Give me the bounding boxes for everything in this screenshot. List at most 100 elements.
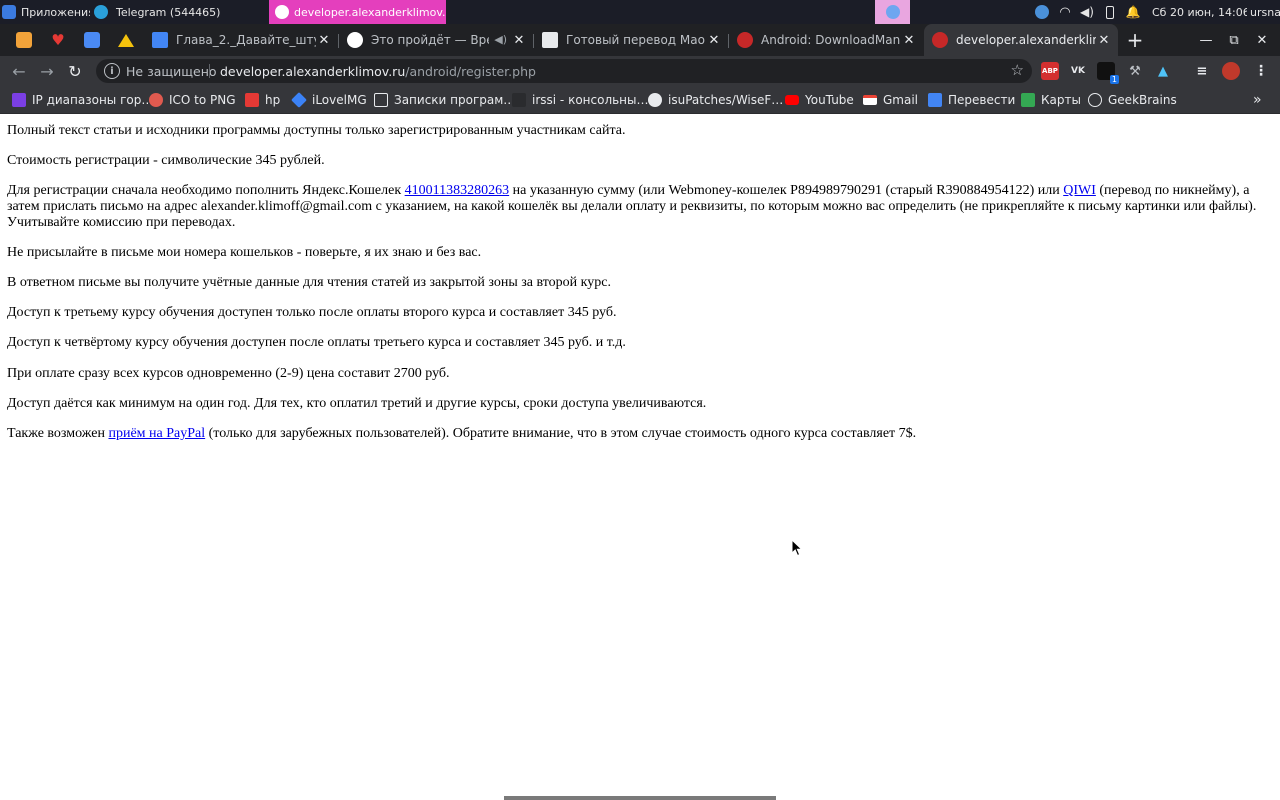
tab-glava-2[interactable]: Глава_2._Давайте_штурмо ✕ [144, 24, 338, 56]
clock[interactable]: Сб 20 июн, 14:06 [1152, 0, 1247, 24]
audio-playing-icon[interactable]: ◀) [494, 33, 507, 46]
paragraph-third-course: Доступ к третьему курсу обучения доступе… [7, 305, 617, 320]
user-name[interactable]: ursna [1250, 0, 1280, 24]
notifications-bell-icon[interactable]: 🔔 [1124, 0, 1142, 24]
heart-icon [291, 92, 307, 108]
cube-extension-icon[interactable]: 1 [1097, 62, 1119, 84]
battery-icon[interactable] [1101, 0, 1119, 24]
address-divider [209, 64, 210, 78]
bookmark-label: ICO to PNG [169, 93, 236, 107]
bookmark-ip-ranges[interactable]: IP диапазоны гор… [12, 86, 153, 114]
tools-extension-icon[interactable]: ⚒ [1126, 62, 1144, 80]
qiwi-link[interactable]: QIWI [1063, 183, 1096, 198]
page-content: Полный текст статьи и исходники программ… [0, 116, 1280, 800]
bookmark-label: GeekBrains [1108, 93, 1177, 107]
bookmark-ilovelmg[interactable]: iLovelMG [291, 86, 367, 114]
bookmark-gmail[interactable]: Gmail [863, 86, 918, 114]
bookmark-star-icon[interactable]: ☆ [1011, 61, 1024, 79]
yandex-wallet-link[interactable]: 410011383280263 [405, 183, 509, 198]
drop-extension-icon[interactable]: ▲ [1154, 62, 1172, 80]
paragraph-access-period: Доступ даётся как минимум на один год. Д… [7, 396, 707, 411]
maps-icon [1021, 93, 1035, 107]
pinned-tab-4[interactable] [112, 24, 140, 56]
ip-icon [12, 93, 26, 107]
bookmark-geekbrains[interactable]: GeekBrains [1088, 86, 1177, 114]
paragraph-fourth-course: Доступ к четвёртому курсу обучения досту… [7, 335, 626, 350]
close-tab-icon[interactable]: ✕ [706, 32, 722, 48]
url-path: /android/register.php [405, 63, 536, 79]
paragraph-registration: Для регистрации сначала необходимо попол… [7, 183, 1271, 231]
url-text[interactable]: developer.alexanderklimov.ru/android/reg… [220, 59, 536, 83]
info-icon[interactable]: i [104, 63, 120, 79]
translate-icon [928, 93, 942, 107]
paypal-text: (только для зарубежных пользователей). О… [205, 426, 917, 441]
active-window-label: developer.alexanderklimov.r… [294, 5, 446, 19]
play-icon [347, 32, 363, 48]
arrow-right-icon: → [40, 61, 54, 81]
close-tab-icon[interactable]: ✕ [1096, 32, 1112, 48]
update-tray-icon[interactable] [1033, 0, 1051, 24]
tab-strip: ♥ Глава_2._Давайте_штурмо ✕ Это пройдёт … [0, 24, 1280, 56]
telegram-window-label: Telegram (544465) [116, 5, 221, 19]
close-tab-icon[interactable]: ✕ [511, 32, 527, 48]
apps-menu-button[interactable]: ПриложенияЗ [2, 0, 90, 24]
paragraph-credentials: В ответном письме вы получите учётные да… [7, 275, 611, 290]
bookmark-maps[interactable]: Карты [1021, 86, 1081, 114]
reading-list-icon[interactable]: ≡ [1193, 62, 1211, 80]
reload-button[interactable]: ↻ [62, 58, 88, 84]
paypal-text: Также возможен [7, 426, 109, 441]
bookmark-isupatches[interactable]: isuPatches/WiseF… [648, 86, 783, 114]
pinned-tab-2[interactable]: ♥ [44, 24, 72, 56]
pinned-tab-1[interactable] [10, 24, 38, 56]
bookmark-translate[interactable]: Перевести [928, 86, 1015, 114]
new-tab-button[interactable]: + [1120, 24, 1150, 56]
bookmark-youtube[interactable]: YouTube [785, 86, 854, 114]
taskbar-chrome-active[interactable]: developer.alexanderklimov.r… [269, 0, 446, 24]
taskbar-chrome-thumb[interactable] [875, 0, 910, 24]
bookmark-label: isuPatches/WiseF… [668, 93, 784, 107]
bookmark-zapiski[interactable]: Записки програм… [374, 86, 515, 114]
close-tab-icon[interactable]: ✕ [901, 32, 917, 48]
tab-android-downloadmanager[interactable]: Android: DownloadManage ✕ [729, 24, 923, 56]
close-tab-icon[interactable]: ✕ [316, 32, 332, 48]
vk-extension-icon[interactable]: VK [1069, 62, 1087, 80]
geekbrains-icon [1088, 93, 1102, 107]
bookmark-hp[interactable]: hp [245, 86, 280, 114]
minimize-button[interactable]: — [1191, 24, 1221, 56]
profile-avatar[interactable] [1222, 62, 1240, 80]
mouse-cursor-icon [791, 539, 803, 557]
bottom-scroll-indicator[interactable] [504, 796, 776, 800]
menu-dots-icon[interactable]: ⋮ [1252, 62, 1270, 80]
drive-icon [118, 33, 134, 47]
bookmarks-overflow-button[interactable]: » [1253, 86, 1262, 114]
bookmark-irssi[interactable]: irssi - консольны… [512, 86, 649, 114]
restore-button[interactable]: ⧉ [1219, 24, 1249, 56]
youtube-icon [785, 95, 799, 105]
tab-developer-alexanderklimov[interactable]: developer.alexanderklimov. ✕ [924, 24, 1118, 56]
url-host: developer.alexanderklimov.ru [220, 63, 406, 79]
wifi-icon[interactable]: ◠ [1056, 0, 1074, 24]
reload-icon: ↻ [68, 61, 82, 81]
tab-eto-proydet[interactable]: Это пройдёт — Время ◀) ✕ [339, 24, 533, 56]
security-label[interactable]: Не защищено [126, 59, 217, 83]
tab-title: Это пройдёт — Время [371, 33, 489, 47]
telegram-icon [94, 5, 108, 19]
adblock-extension-icon[interactable]: ABP [1041, 62, 1059, 80]
tab-title: Готовый перевод Maou no [566, 33, 706, 47]
taskbar-telegram[interactable]: Telegram (544465) [94, 0, 266, 24]
volume-icon[interactable]: ◀) [1078, 0, 1096, 24]
h-icon [245, 93, 259, 107]
bookmark-ico-to-png[interactable]: ICO to PNG [149, 86, 236, 114]
back-button[interactable]: ← [6, 58, 32, 84]
address-bar[interactable]: i Не защищено developer.alexanderklimov.… [96, 59, 1032, 83]
forward-button[interactable]: → [34, 58, 60, 84]
apps-menu-label: Приложения [21, 5, 90, 19]
paragraph-all-courses: При оплате сразу всех курсов одновременн… [7, 366, 450, 381]
github-icon [648, 93, 662, 107]
pinned-tab-3[interactable] [78, 24, 106, 56]
bookmark-label: Записки програм… [394, 93, 516, 107]
book-icon [542, 32, 558, 48]
tab-gotoviy-perevod[interactable]: Готовый перевод Maou no ✕ [534, 24, 728, 56]
close-window-button[interactable]: ✕ [1247, 24, 1277, 56]
paypal-link[interactable]: приём на PayPal [108, 426, 205, 441]
